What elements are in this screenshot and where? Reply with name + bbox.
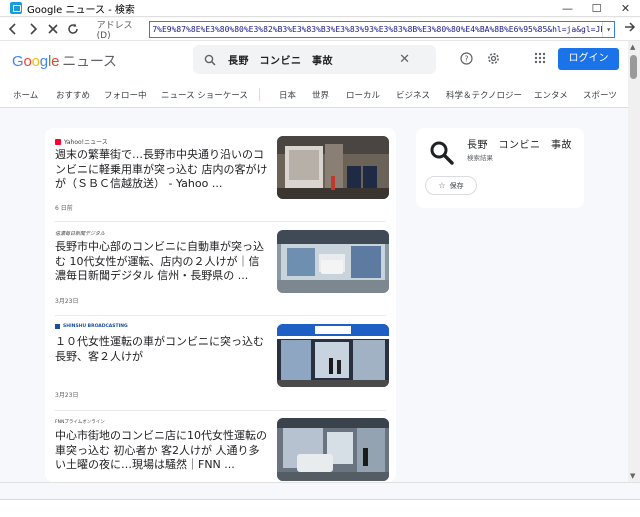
nav-following[interactable]: フォロー中 xyxy=(104,89,147,101)
google-news-header: Google ニュース 長野 コンビニ 事故 ✕ ? ログイン xyxy=(0,41,628,81)
star-icon: ☆ xyxy=(438,181,446,190)
nav-science-tech[interactable]: 科学＆テクノロジー xyxy=(446,89,522,101)
news-feed: Yahoo!ニュース 週末の繁華街で…長野市中央通り沿いのコンビニに軽乗用車が突… xyxy=(45,128,396,482)
svg-text:?: ? xyxy=(464,55,468,64)
article-thumbnail[interactable] xyxy=(277,324,389,387)
reload-button[interactable] xyxy=(63,19,83,39)
nav-sports[interactable]: スポーツ xyxy=(583,89,617,101)
google-news-logo[interactable]: Google ニュース xyxy=(12,51,117,71)
maximize-button[interactable]: ☐ xyxy=(582,0,611,17)
article-time: 3月23日 xyxy=(55,298,79,305)
nav-for-you[interactable]: おすすめ xyxy=(56,89,90,101)
back-arrow-icon xyxy=(8,23,16,35)
help-icon[interactable]: ? xyxy=(460,52,473,68)
go-button[interactable] xyxy=(620,21,640,37)
article-time: 6 日前 xyxy=(55,205,73,212)
address-input[interactable]: 7%E9%87%8E%E3%80%80%E3%82%B3%E3%83%B3%E3… xyxy=(149,20,616,38)
article-headline[interactable]: 長野市中心部のコンビニに自動車が突っ込む 10代女性が運転、店内の２人けが｜信濃… xyxy=(55,240,270,284)
yahoo-logo-icon xyxy=(55,138,61,145)
topic-query: 長野 コンビニ 事故 xyxy=(467,140,572,151)
nav-entertainment[interactable]: エンタメ xyxy=(534,89,568,101)
article-thumbnail[interactable] xyxy=(277,230,389,293)
article-time: 3月23日 xyxy=(55,392,79,399)
window-titlebar: Google ニュース - 検索 — ☐ ✕ xyxy=(0,0,640,17)
nav-local[interactable]: ローカル xyxy=(346,89,380,101)
nav-home[interactable]: ホーム xyxy=(13,89,38,101)
scroll-up-icon[interactable]: ▲ xyxy=(630,43,635,51)
settings-gear-icon[interactable] xyxy=(487,52,500,68)
topic-card: 長野 コンビニ 事故 検索結果 ☆ 保存 xyxy=(416,128,584,208)
save-search-button[interactable]: ☆ 保存 xyxy=(425,176,477,195)
nav-japan[interactable]: 日本 xyxy=(279,89,296,101)
clear-search-icon[interactable]: ✕ xyxy=(399,52,410,67)
app-icon xyxy=(10,2,22,14)
forward-button[interactable] xyxy=(23,19,43,39)
address-dropdown-icon[interactable]: ▾ xyxy=(602,21,615,37)
topic-subtitle: 検索結果 xyxy=(467,154,493,162)
browser-status-bar xyxy=(0,499,640,517)
minimize-button[interactable]: — xyxy=(553,0,582,17)
scroll-down-icon[interactable]: ▼ xyxy=(630,472,635,480)
apps-grid-icon[interactable] xyxy=(534,52,546,67)
article-divider xyxy=(55,410,386,411)
address-url-text: 7%E9%87%8E%E3%80%80%E3%82%B3%E3%83%B3%E3… xyxy=(152,24,614,34)
nav-news-showcase[interactable]: ニュース ショーケース xyxy=(161,89,248,101)
login-button[interactable]: ログイン xyxy=(558,48,619,70)
go-arrow-icon xyxy=(625,22,636,32)
article-source: Yahoo!ニュース xyxy=(55,137,108,146)
close-window-button[interactable]: ✕ xyxy=(611,0,640,17)
article-source: SHINSHU BROADCASTING xyxy=(55,324,128,329)
article-headline[interactable]: 週末の繁華街で…長野市中央通り沿いのコンビニに軽乗用車が突っ込む 店内の客がけが… xyxy=(55,148,270,192)
stop-x-icon xyxy=(48,24,58,34)
reload-icon xyxy=(67,23,78,34)
article-thumbnail[interactable] xyxy=(277,418,389,481)
search-icon xyxy=(430,141,454,165)
section-nav: ホーム おすすめ フォロー中 ニュース ショーケース 日本 世界 ローカル ビジ… xyxy=(0,81,628,108)
nav-divider xyxy=(259,88,260,101)
nav-business[interactable]: ビジネス xyxy=(396,89,430,101)
search-box[interactable]: 長野 コンビニ 事故 ✕ xyxy=(193,45,436,74)
article-thumbnail[interactable] xyxy=(277,136,389,199)
forward-arrow-icon xyxy=(30,23,37,35)
vertical-scrollbar[interactable]: ▲ ▼ xyxy=(628,41,640,482)
article-headline[interactable]: 中心市街地のコンビニ店に10代女性運転の車突っ込む 初心者か 客2人けが 人通り… xyxy=(55,429,270,473)
window-title: Google ニュース - 検索 xyxy=(27,4,135,16)
article-divider xyxy=(55,315,386,316)
search-query[interactable]: 長野 コンビニ 事故 xyxy=(228,52,333,67)
scrollbar-thumb[interactable] xyxy=(630,55,637,79)
browser-status-area xyxy=(0,482,640,499)
article-divider xyxy=(55,221,386,222)
article-headline[interactable]: １０代女性運転の車がコンビニに突っ込む 長野、客２人けが xyxy=(55,335,270,364)
address-label: アドレス(D) xyxy=(96,20,133,41)
article-source: FNNプライムオンライン xyxy=(55,420,105,425)
logo-suffix: ニュース xyxy=(62,53,117,69)
address-toolbar: アドレス(D) 7%E9%87%8E%E3%80%80%E3%82%B3%E3%… xyxy=(0,18,640,41)
nav-world[interactable]: 世界 xyxy=(312,89,329,101)
stop-button[interactable] xyxy=(43,19,63,39)
article-source: 信濃毎日新聞デジタル xyxy=(55,231,105,237)
search-icon[interactable] xyxy=(204,54,216,66)
sbc-logo-icon xyxy=(55,324,60,329)
back-button[interactable] xyxy=(3,19,23,39)
